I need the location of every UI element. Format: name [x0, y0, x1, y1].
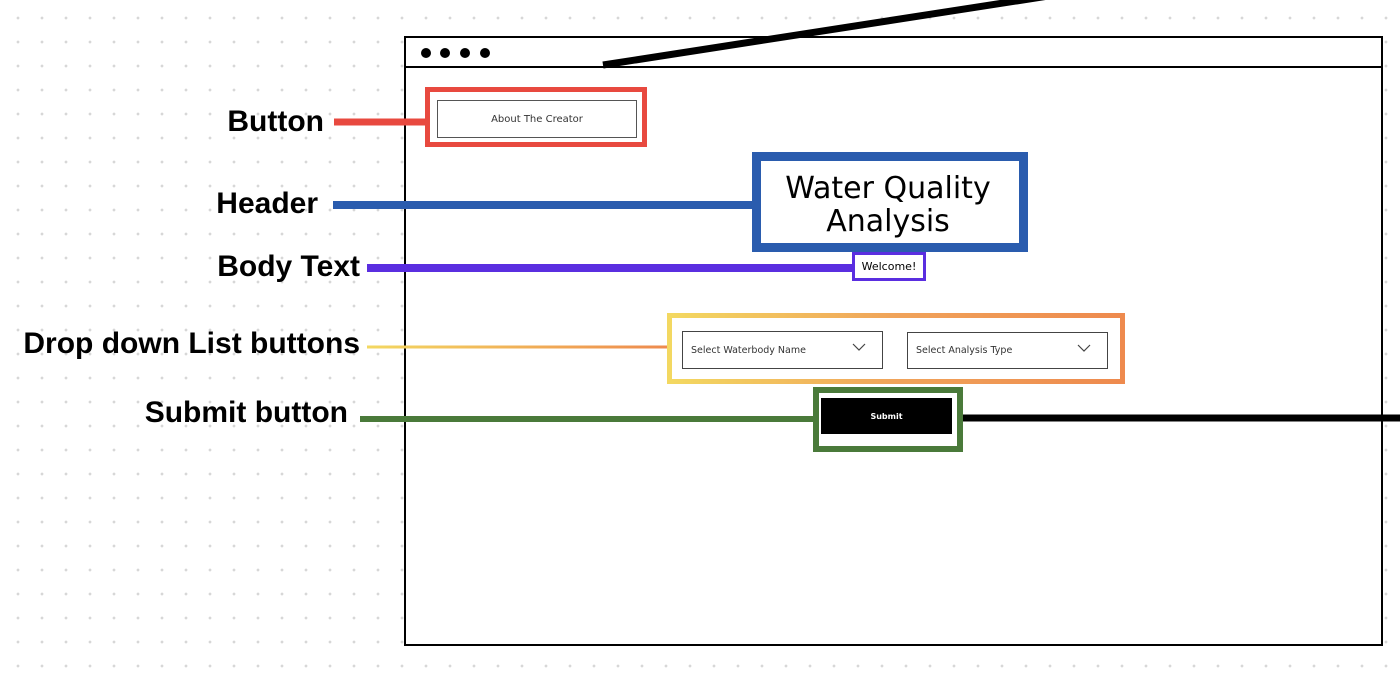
annotation-dropdowns: Drop down List buttons	[23, 327, 360, 360]
annotation-body-text: Body Text	[217, 250, 360, 283]
submit-highlight-box	[813, 387, 963, 452]
body-text-highlight-box	[852, 252, 926, 281]
decorative-diagonal-line	[602, 0, 1046, 69]
button-highlight-box	[425, 87, 647, 147]
annotation-submit: Submit button	[144, 396, 348, 429]
header-highlight-box	[752, 152, 1028, 252]
dropdowns-highlight-box	[667, 313, 1125, 384]
annotation-header: Header	[216, 187, 318, 220]
annotation-button: Button	[227, 105, 324, 138]
